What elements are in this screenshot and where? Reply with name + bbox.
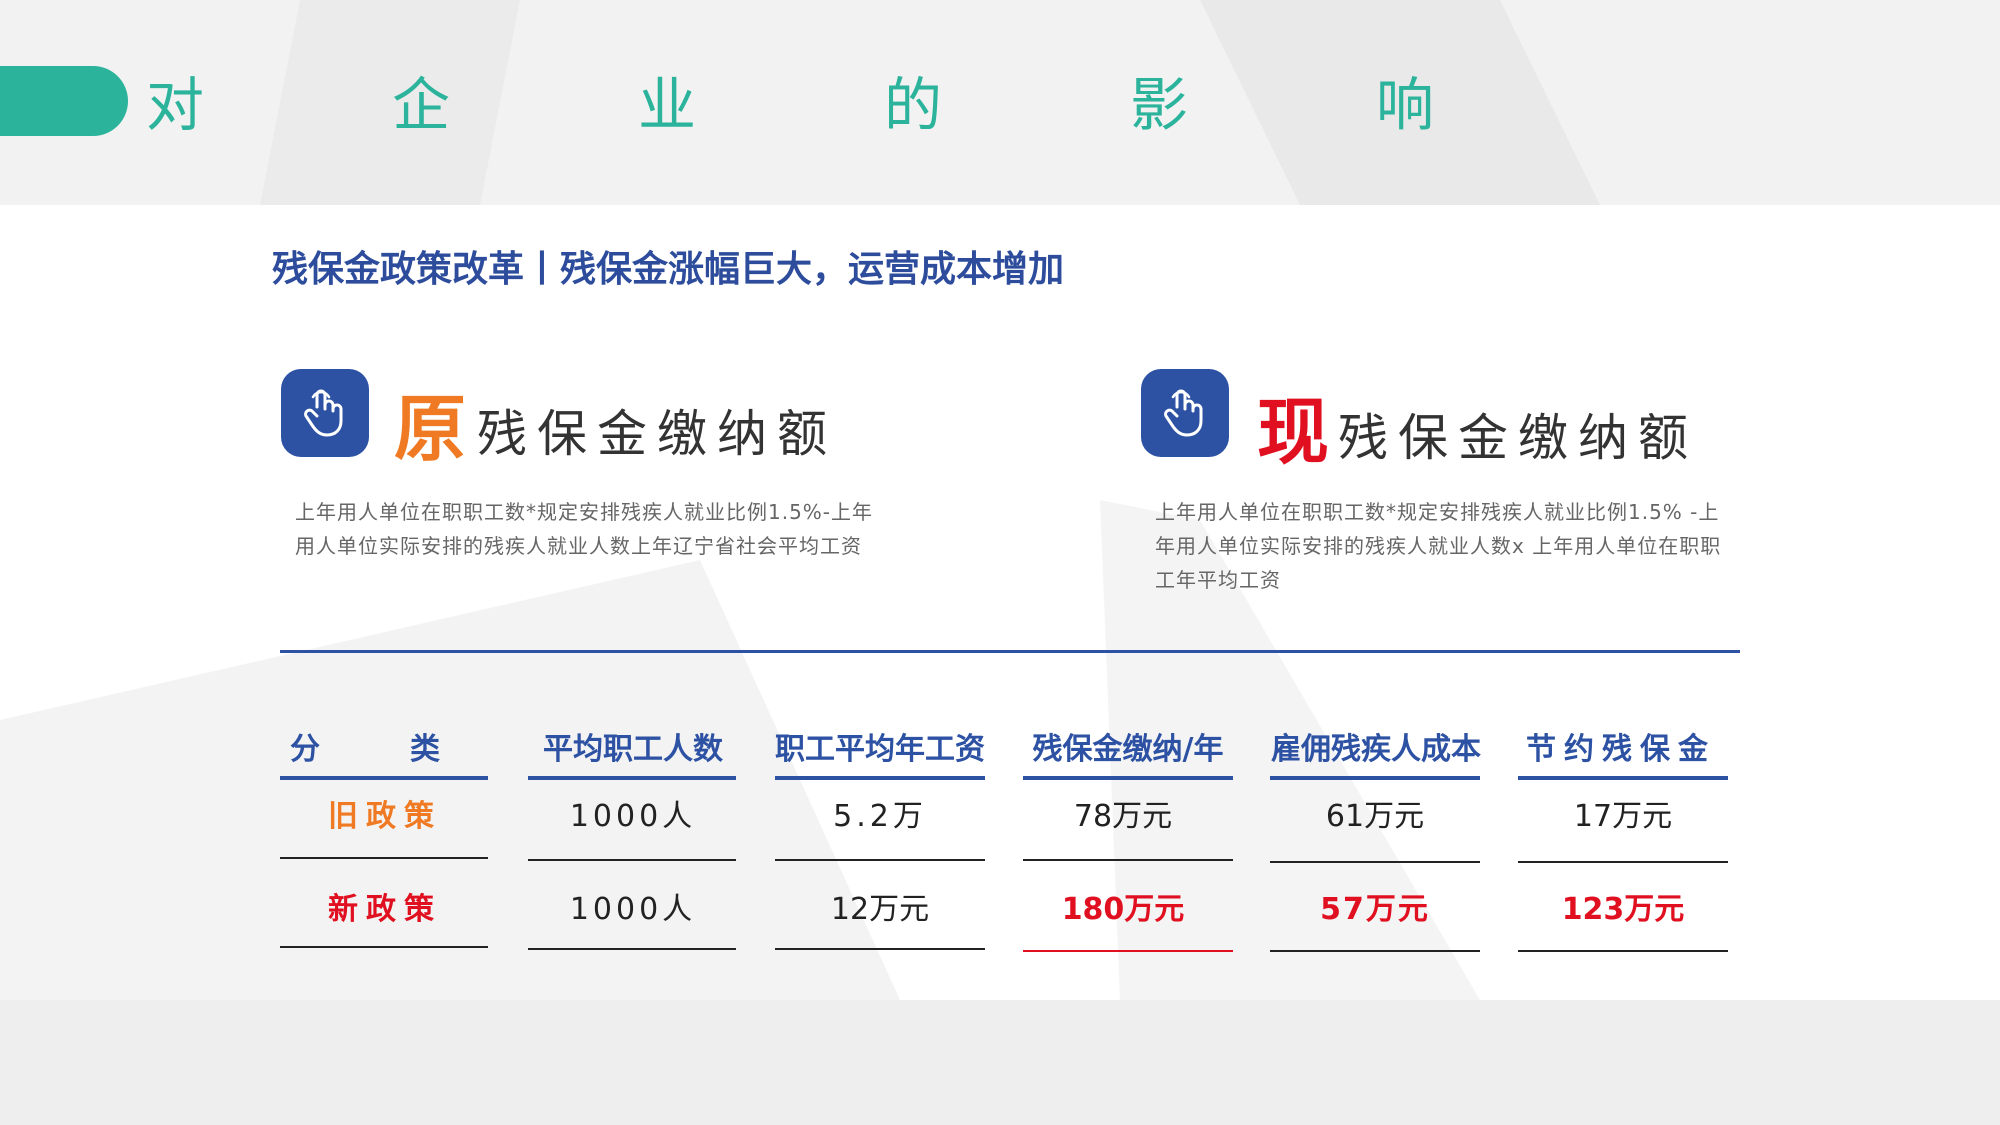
table-cell: 1000人 (569, 892, 697, 927)
row-label-new: 新政策 (328, 892, 442, 927)
row-divider (1518, 861, 1728, 863)
table-cell: 61万元 (1325, 799, 1425, 834)
hand-pointer-icon (281, 369, 369, 457)
header-label: 分 类 (290, 732, 440, 767)
header-underline (528, 776, 736, 780)
table-cell: 5.2万 (833, 799, 927, 834)
row-divider (1023, 950, 1233, 952)
title-accent-bar (0, 66, 128, 136)
row-divider (1023, 859, 1233, 861)
header-underline (1270, 776, 1480, 780)
table-header: 职工平均年工资 (775, 732, 985, 767)
hand-pointer-icon (1141, 369, 1229, 457)
table-header: 平均职工人数 (543, 732, 723, 767)
title-char: 响 (1376, 71, 1435, 139)
table-cell: 1000人 (569, 799, 697, 834)
row-label-old: 旧政策 (328, 799, 442, 834)
old-highlight-char: 原 (394, 387, 467, 471)
table-cell: 78万元 (1073, 799, 1173, 834)
title-char: 的 (884, 71, 943, 139)
table-cell: 12万元 (830, 892, 930, 927)
row-divider (775, 948, 985, 950)
table-header: 残保金缴纳/年 (1032, 732, 1224, 767)
row-divider (528, 948, 736, 950)
row-divider (1518, 950, 1728, 952)
table-header: 分 类 (280, 728, 500, 774)
section-subtitle: 残保金政策改革丨残保金涨幅巨大，运营成本增加 (272, 249, 1065, 290)
row-divider (775, 859, 985, 861)
new-policy-description: 上年用人单位在职职工数*规定安排残疾人就业比例1.5% -上年用人单位实际安排的… (1155, 500, 1722, 592)
title-char: 对 (146, 71, 205, 139)
old-policy-description: 上年用人单位在职职工数*规定安排残疾人就业比例1.5%-上年用人单位实际安排的残… (295, 500, 874, 558)
title-char: 企 (392, 71, 451, 139)
row-divider (1270, 950, 1480, 952)
row-divider (280, 857, 488, 859)
old-policy-heading: 残保金缴纳额 (477, 405, 837, 463)
new-highlight-char: 现 (1257, 390, 1330, 474)
table-cell: 123万元 (1561, 892, 1685, 927)
row-divider (1270, 861, 1480, 863)
title-char: 业 (638, 71, 697, 139)
title-char: 影 (1130, 71, 1189, 139)
header-underline (775, 776, 985, 780)
table-header: 雇佣残疾人成本 (1271, 732, 1481, 767)
header-underline (1023, 776, 1233, 780)
section-divider (280, 650, 1740, 653)
table-cell: 180万元 (1061, 892, 1185, 927)
table-cell: 17万元 (1573, 799, 1673, 834)
header-underline (280, 776, 488, 780)
row-divider (280, 946, 488, 948)
table-header: 节约残保金 (1526, 732, 1716, 767)
new-policy-heading: 残保金缴纳额 (1338, 409, 1698, 467)
row-divider (528, 859, 736, 861)
table-cell: 57万元 (1320, 892, 1430, 927)
header-underline (1518, 776, 1728, 780)
